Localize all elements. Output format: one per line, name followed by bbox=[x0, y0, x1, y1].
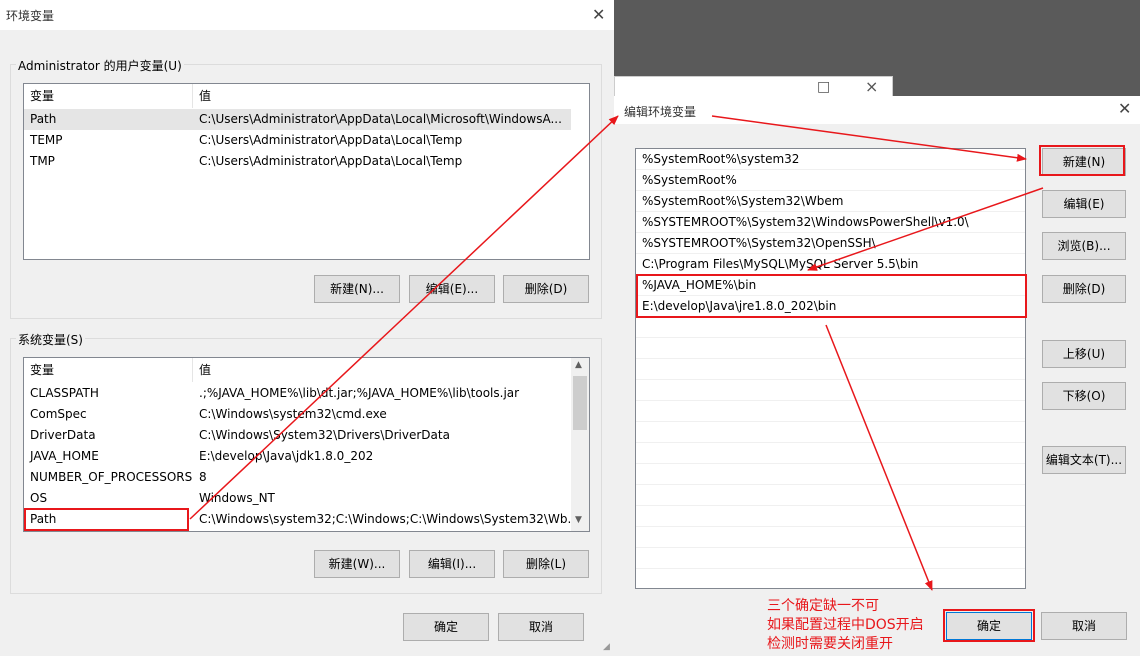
system-new-button[interactable]: 新建(W)... bbox=[314, 550, 400, 578]
system-variables-table[interactable]: 变量 值 CLASSPATH .;%JAVA_HOME%\lib\dt.jar;… bbox=[23, 357, 590, 532]
cancel-button[interactable]: 取消 bbox=[498, 613, 584, 641]
empty-row[interactable] bbox=[636, 338, 1025, 359]
variable-name: DriverData bbox=[30, 428, 96, 442]
empty-row[interactable] bbox=[636, 527, 1025, 548]
list-item[interactable]: %SystemRoot% bbox=[636, 170, 1025, 191]
path-list[interactable]: %SystemRoot%\system32 %SystemRoot% %Syst… bbox=[635, 148, 1026, 589]
variable-value: C:\Users\Administrator\AppData\Local\Tem… bbox=[199, 154, 463, 168]
table-row[interactable]: ComSpec C:\Windows\system32\cmd.exe bbox=[24, 404, 571, 425]
annotation-note: 三个确定缺一不可 如果配置过程中DOS开启 检测时需要关闭重开 bbox=[767, 597, 924, 654]
annotation-line-1: 三个确定缺一不可 bbox=[767, 598, 879, 614]
move-down-button[interactable]: 下移(O) bbox=[1042, 382, 1126, 410]
ok-button[interactable]: 确定 bbox=[403, 613, 489, 641]
variable-value: C:\Users\Administrator\AppData\Local\Tem… bbox=[199, 133, 463, 147]
variable-value: C:\Windows\System32\Drivers\DriverData bbox=[199, 428, 450, 442]
list-item[interactable]: %SYSTEMROOT%\System32\OpenSSH\ bbox=[636, 233, 1025, 254]
table-row[interactable]: DriverData C:\Windows\System32\Drivers\D… bbox=[24, 425, 571, 446]
system-delete-button[interactable]: 删除(L) bbox=[503, 550, 589, 578]
column-header-variable[interactable]: 变量 bbox=[24, 84, 193, 108]
column-header-value[interactable]: 值 bbox=[193, 358, 571, 382]
user-variables-label: Administrator 的用户变量(U) bbox=[16, 57, 184, 74]
table-header: 变量 值 bbox=[24, 84, 589, 108]
column-header-value[interactable]: 值 bbox=[193, 84, 571, 108]
edit-button[interactable]: 编辑(E) bbox=[1042, 190, 1126, 218]
table-row[interactable]: TMP C:\Users\Administrator\AppData\Local… bbox=[24, 151, 571, 172]
variable-name: TMP bbox=[30, 154, 55, 168]
variable-value: 8 bbox=[199, 470, 207, 484]
dialog-title: 编辑环境变量 bbox=[624, 105, 697, 119]
empty-row[interactable] bbox=[636, 401, 1025, 422]
title-bar: 环境变量 ✕ bbox=[0, 0, 614, 30]
user-edit-button[interactable]: 编辑(E)... bbox=[409, 275, 495, 303]
variable-name: Path bbox=[30, 112, 57, 126]
variable-name: Path bbox=[30, 512, 57, 526]
variable-name: NUMBER_OF_PROCESSORS bbox=[30, 470, 193, 484]
variable-value: C:\Windows\system32\cmd.exe bbox=[199, 407, 387, 421]
table-row[interactable]: JAVA_HOME E:\develop\Java\jdk1.8.0_202 bbox=[24, 446, 571, 467]
user-new-button[interactable]: 新建(N)... bbox=[314, 275, 400, 303]
browse-button[interactable]: 浏览(B)... bbox=[1042, 232, 1126, 260]
list-item[interactable]: %SystemRoot%\System32\Wbem bbox=[636, 191, 1025, 212]
system-variables-label: 系统变量(S) bbox=[16, 331, 85, 348]
empty-row[interactable] bbox=[636, 380, 1025, 401]
column-header-variable[interactable]: 变量 bbox=[24, 358, 193, 382]
ok-button[interactable]: 确定 bbox=[946, 612, 1032, 640]
variable-value: C:\Users\Administrator\AppData\Local\Mic… bbox=[199, 112, 562, 126]
move-up-button[interactable]: 上移(U) bbox=[1042, 340, 1126, 368]
variable-value: Windows_NT bbox=[199, 491, 275, 505]
edit-text-button[interactable]: 编辑文本(T)... bbox=[1042, 446, 1126, 474]
variable-name: ComSpec bbox=[30, 407, 87, 421]
variable-name: JAVA_HOME bbox=[30, 449, 99, 463]
annotation-line-2: 如果配置过程中DOS开启 bbox=[767, 617, 924, 633]
variable-value: E:\develop\Java\jdk1.8.0_202 bbox=[199, 449, 374, 463]
environment-variables-dialog: 环境变量 ✕ Administrator 的用户变量(U) 变量 值 Path … bbox=[0, 0, 614, 656]
scroll-down-icon[interactable]: ▼ bbox=[575, 515, 582, 525]
list-item[interactable]: %JAVA_HOME%\bin bbox=[636, 275, 1025, 296]
table-row[interactable]: Path C:\Users\Administrator\AppData\Loca… bbox=[24, 109, 571, 130]
table-row[interactable]: OS Windows_NT bbox=[24, 488, 571, 509]
delete-button[interactable]: 删除(D) bbox=[1042, 275, 1126, 303]
empty-row[interactable] bbox=[636, 422, 1025, 443]
table-row[interactable]: TEMP C:\Users\Administrator\AppData\Loca… bbox=[24, 130, 571, 151]
resize-grip-icon[interactable]: ◢ bbox=[603, 642, 610, 652]
variable-name: TEMP bbox=[30, 133, 63, 147]
user-delete-button[interactable]: 删除(D) bbox=[503, 275, 589, 303]
empty-row[interactable] bbox=[636, 485, 1025, 506]
list-item[interactable]: %SYSTEMROOT%\System32\WindowsPowerShell\… bbox=[636, 212, 1025, 233]
title-bar: 编辑环境变量 ✕ bbox=[614, 96, 1140, 124]
list-item[interactable]: C:\Program Files\MySQL\MySQL Server 5.5\… bbox=[636, 254, 1025, 275]
new-button[interactable]: 新建(N) bbox=[1042, 148, 1126, 176]
variable-name: CLASSPATH bbox=[30, 386, 99, 400]
user-variables-table[interactable]: 变量 值 Path C:\Users\Administrator\AppData… bbox=[23, 83, 590, 260]
scroll-up-icon[interactable]: ▲ bbox=[575, 360, 582, 370]
empty-row[interactable] bbox=[636, 548, 1025, 569]
dialog-title: 环境变量 bbox=[6, 9, 55, 23]
close-icon[interactable]: × bbox=[865, 77, 878, 96]
close-icon[interactable]: ✕ bbox=[1118, 101, 1131, 117]
cancel-button[interactable]: 取消 bbox=[1041, 612, 1127, 640]
table-row[interactable]: NUMBER_OF_PROCESSORS 8 bbox=[24, 467, 571, 488]
scroll-thumb[interactable] bbox=[573, 376, 587, 430]
empty-row[interactable] bbox=[636, 506, 1025, 527]
variable-value: .;%JAVA_HOME%\lib\dt.jar;%JAVA_HOME%\lib… bbox=[199, 386, 520, 400]
empty-row[interactable] bbox=[636, 317, 1025, 338]
table-header: 变量 值 bbox=[24, 358, 589, 382]
edit-environment-variable-dialog: 编辑环境变量 ✕ %SystemRoot%\system32 %SystemRo… bbox=[614, 96, 1140, 656]
empty-row[interactable] bbox=[636, 464, 1025, 485]
system-edit-button[interactable]: 编辑(I)... bbox=[409, 550, 495, 578]
vertical-scrollbar[interactable]: ▲ ▼ bbox=[571, 358, 589, 531]
variable-value: C:\Windows\system32;C:\Windows;C:\Window… bbox=[199, 512, 579, 526]
empty-row[interactable] bbox=[636, 443, 1025, 464]
table-row[interactable]: Path C:\Windows\system32;C:\Windows;C:\W… bbox=[24, 509, 579, 530]
empty-row[interactable] bbox=[636, 359, 1025, 380]
list-item[interactable]: E:\develop\Java\jre1.8.0_202\bin bbox=[636, 296, 1025, 317]
table-row[interactable]: CLASSPATH .;%JAVA_HOME%\lib\dt.jar;%JAVA… bbox=[24, 383, 571, 404]
variable-name: OS bbox=[30, 491, 48, 505]
close-icon[interactable]: ✕ bbox=[592, 7, 605, 23]
list-item[interactable]: %SystemRoot%\system32 bbox=[636, 149, 1025, 170]
maximize-icon[interactable]: □ bbox=[817, 79, 830, 95]
annotation-line-3: 检测时需要关闭重开 bbox=[767, 636, 893, 652]
